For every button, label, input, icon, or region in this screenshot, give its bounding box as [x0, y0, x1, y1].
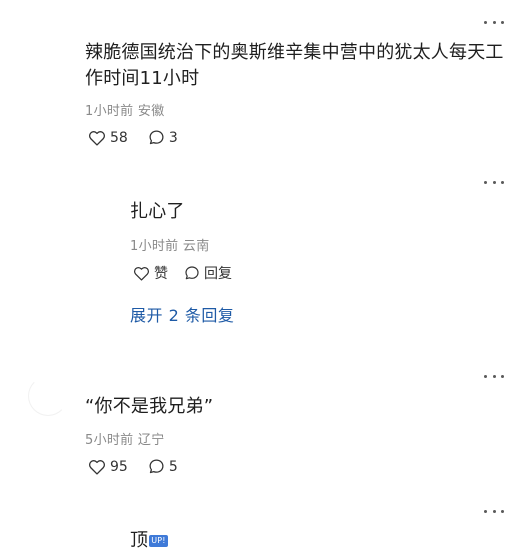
comment-actions: 58 3 — [88, 129, 198, 146]
like-count: 58 — [110, 129, 128, 146]
like-label: 赞 — [154, 266, 168, 282]
heart-icon — [88, 459, 106, 475]
comment-icon — [149, 459, 164, 474]
avatar[interactable] — [28, 376, 68, 416]
comment-icon — [149, 130, 164, 145]
reply-actions: 赞 回复 — [133, 263, 252, 283]
reply-count: 3 — [168, 129, 178, 146]
heart-icon — [88, 130, 106, 146]
comment-meta: 5小时前 辽宁 — [85, 433, 165, 448]
more-options-icon[interactable] — [484, 506, 504, 516]
comment-actions: 95 5 — [88, 458, 198, 475]
reply-text: 扎心了 — [130, 201, 185, 222]
reply-label: 回复 — [204, 266, 232, 282]
like-button[interactable]: 58 — [88, 130, 128, 146]
comment-icon — [185, 266, 199, 280]
comment-text: “你不是我兄弟” — [85, 396, 214, 417]
up-badge: UP! — [149, 535, 168, 547]
heart-icon — [133, 266, 150, 281]
reply-button[interactable]: 3 — [148, 129, 178, 146]
reply-button[interactable]: 5 — [148, 458, 178, 475]
reply-count: 5 — [168, 458, 178, 475]
more-options-icon[interactable] — [484, 177, 504, 187]
comment-meta: 1小时前 安徽 — [85, 104, 165, 119]
like-button[interactable]: 95 — [88, 459, 128, 475]
reply-meta: 1小时前 云南 — [130, 239, 210, 254]
expand-replies-link[interactable]: 展开 2 条回复 — [130, 302, 234, 326]
reply-button[interactable]: 回复 — [184, 263, 232, 283]
like-button[interactable]: 赞 — [133, 263, 168, 283]
reply-text: 顶 — [130, 530, 149, 551]
comment-text: 辣脆德国统治下的奥斯维辛集中营中的犹太人每天工作时间11小时 — [85, 42, 504, 89]
more-options-icon[interactable] — [484, 371, 504, 381]
more-options-icon[interactable] — [484, 17, 504, 27]
like-count: 95 — [110, 458, 128, 475]
reply-text-row: 顶 UP! — [130, 528, 168, 554]
